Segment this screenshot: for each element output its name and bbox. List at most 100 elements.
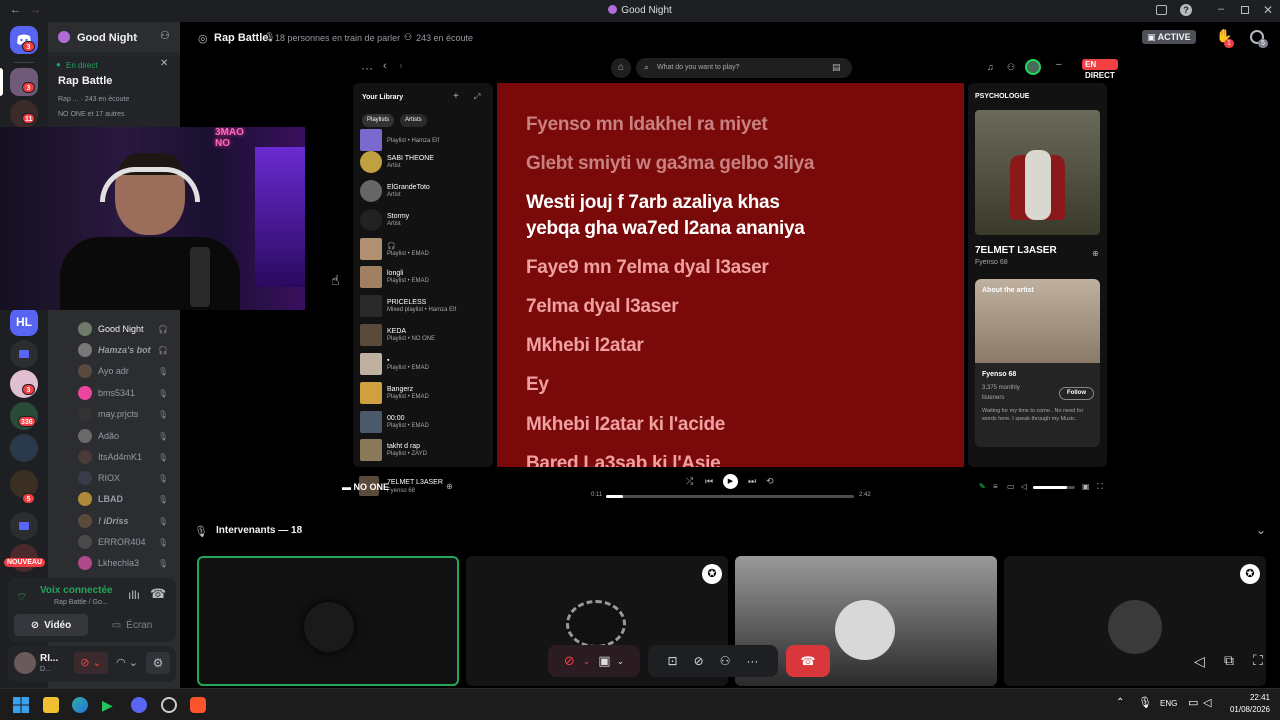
brave-icon[interactable] (190, 697, 206, 713)
shuffle-icon[interactable]: ⤮ (686, 476, 693, 487)
library-item[interactable]: SABI THEONE Artist (360, 149, 490, 175)
language-indicator[interactable]: ENG (1160, 699, 1177, 708)
screen-share-button[interactable]: ▭ Écran (94, 614, 170, 636)
lyric-line[interactable]: 7elma dyal l3aser (526, 296, 679, 318)
steam-icon[interactable] (161, 697, 177, 713)
leave-call-button[interactable]: ☎ (786, 645, 830, 677)
browse-icon[interactable]: ▤ (832, 62, 841, 73)
voice-channel-name[interactable]: Rap Battle / Go... (54, 599, 108, 606)
speaker-volume-icon[interactable]: ◁ (1194, 653, 1205, 670)
library-item[interactable]: PRICELESS Mixed playlist • Hamza Elf (360, 293, 490, 319)
library-item[interactable]: 🎧 Playlist • EMAD (360, 236, 490, 262)
library-item[interactable]: takht d rap Playlist • ZAYD (360, 437, 490, 463)
track-title[interactable]: 7ELMET L3ASER (975, 245, 1057, 256)
follow-button[interactable]: Follow (1059, 387, 1094, 400)
activity-icon[interactable]: ⚇ (720, 654, 731, 668)
volume-track[interactable] (1033, 486, 1075, 489)
track-artist[interactable]: Fyenso 68 (975, 259, 1008, 266)
library-item[interactable]: ▪ Playlist • EMAD (360, 351, 490, 377)
mic-icon[interactable]: 🎙 (1138, 696, 1152, 709)
previous-icon[interactable]: ⏮ (705, 476, 713, 487)
member-item[interactable]: Lkhechla3 🎙 (78, 554, 178, 572)
add-circle-icon[interactable]: ⊕ (1092, 249, 1099, 258)
member-item[interactable]: may.prjcts 🎙 (78, 405, 178, 423)
search-box[interactable]: ⌕ What do you want to play? ▤ (636, 58, 852, 78)
lyric-line[interactable]: Bared La3sab ki l'Asie (526, 453, 721, 467)
maximize-icon[interactable] (1241, 6, 1249, 14)
library-item[interactable]: 00:00 Playlist • EMAD (360, 409, 490, 435)
help-icon[interactable]: ? (1180, 4, 1192, 16)
library-item[interactable]: Stormy Artist (360, 207, 490, 233)
lyric-line[interactable]: Ey (526, 374, 549, 396)
library-item[interactable]: ElGrandeToto Artist (360, 178, 490, 204)
more-icon[interactable]: ··· (361, 61, 373, 75)
miniplayer-icon[interactable]: ▣ (1082, 482, 1090, 491)
library-item[interactable]: Bangerz Playlist • EMAD (360, 380, 490, 406)
lyric-line[interactable]: Mkhebi l2atar ki l'acide (526, 414, 725, 436)
mic-toggle[interactable]: ⊘ ⌄ ▣ ⌄ (548, 645, 640, 677)
chevron-down-icon[interactable]: ⌄ (1256, 523, 1266, 537)
member-item[interactable]: RIOX 🎙 (78, 469, 178, 487)
lyric-line[interactable]: Glebt smiyti w ga3ma gelbo 3liya (526, 153, 814, 175)
queue-icon[interactable]: ≡ (993, 482, 998, 491)
home-icon[interactable]: ⌂ (611, 58, 631, 78)
more-icon[interactable]: ··· (746, 654, 758, 668)
inbox-icon[interactable] (1156, 5, 1167, 15)
active-badge[interactable]: ▣ ACTIVE (1142, 30, 1196, 44)
lyric-line[interactable]: Faye9 mn 7elma dyal l3aser (526, 257, 769, 279)
volume-icon[interactable]: ◁ (1021, 482, 1027, 491)
filter-artists[interactable]: Artists (400, 114, 427, 127)
discord-taskbar-icon[interactable] (131, 697, 147, 713)
server-icon-6[interactable] (10, 434, 38, 462)
edge-icon[interactable] (72, 697, 88, 713)
folder-icon[interactable] (10, 340, 38, 368)
chevron-up-icon[interactable]: ⌃ (1116, 697, 1124, 708)
invite-icon[interactable]: ⚇ (160, 29, 170, 42)
member-item[interactable]: Adão 🎙 (78, 427, 178, 445)
member-item[interactable]: ItsAd4mK1 🎙 (78, 448, 178, 466)
friends-icon[interactable]: ⚇ (1007, 62, 1015, 73)
live-card[interactable]: ● En direct ✕ Rap Battle Rap ... · 243 e… (48, 55, 180, 127)
lyric-line-current[interactable]: Westi jouj f 7arb azaliya khas (526, 192, 780, 214)
fullscreen-icon[interactable]: ⛶ (1097, 482, 1103, 492)
play-button[interactable]: ▶ (723, 474, 738, 489)
avatar[interactable] (14, 652, 36, 674)
file-explorer-icon[interactable] (43, 697, 59, 713)
library-item[interactable]: KEDA Playlist • NO ONE (360, 322, 490, 348)
folder-icon-2[interactable] (10, 512, 38, 540)
noise-suppression-icon[interactable]: ıllı (128, 588, 140, 602)
video-button[interactable]: ⊘ Vidéo (14, 614, 88, 636)
artist-name[interactable]: Fyenso 68 (982, 371, 1016, 378)
minimize-icon[interactable]: – (1056, 59, 1062, 70)
devices-icon[interactable]: ▭ (1007, 482, 1015, 491)
bell-icon[interactable]: ♫ (987, 62, 994, 72)
server-hl[interactable]: HL (10, 308, 38, 336)
lyric-line[interactable]: Fyenso mn ldakhel ra miyet (526, 114, 768, 136)
member-item[interactable]: ERROR404 🎙 (78, 533, 178, 551)
minimize-icon[interactable]: – (1218, 3, 1224, 15)
media-player-icon[interactable]: ▶ (102, 697, 118, 713)
add-circle-icon[interactable]: ⊕ (446, 482, 453, 491)
close-icon[interactable]: ✕ (1263, 3, 1273, 17)
clock-time[interactable]: 22:41 (1230, 693, 1270, 702)
popout-icon[interactable]: ⧉ (1224, 652, 1234, 669)
now-playing-title[interactable]: 7ELMET L3ASER (387, 479, 443, 486)
volume-icon[interactable]: ◁ (1203, 696, 1211, 709)
lyrics-icon[interactable]: ✎ (979, 482, 986, 491)
plus-icon[interactable]: + (453, 91, 459, 102)
repeat-icon[interactable]: ⟲ (766, 476, 774, 487)
deafen-toggle[interactable]: ◠ ⌄ (112, 652, 142, 674)
filter-playlists[interactable]: Playlists (362, 114, 395, 127)
share-screen-icon[interactable]: ⊡ (668, 654, 678, 668)
member-item[interactable]: Ayo adr 🎙 (78, 362, 178, 380)
settings-button[interactable]: ⚙ (146, 652, 170, 674)
member-item[interactable]: ! iDriss 🎙 (78, 512, 178, 530)
progress-track[interactable] (606, 495, 854, 498)
close-card-icon[interactable]: ✕ (160, 58, 168, 69)
next-icon[interactable]: ⏭ (748, 476, 756, 487)
fullscreen-icon[interactable]: ⛶ (1253, 652, 1263, 669)
stop-stream-icon[interactable]: ⊘ (694, 654, 704, 668)
voice-connected-label[interactable]: Voix connectée (40, 585, 113, 596)
member-item[interactable]: bms5341 🎙 (78, 384, 178, 402)
forward-icon[interactable]: › (399, 60, 403, 72)
